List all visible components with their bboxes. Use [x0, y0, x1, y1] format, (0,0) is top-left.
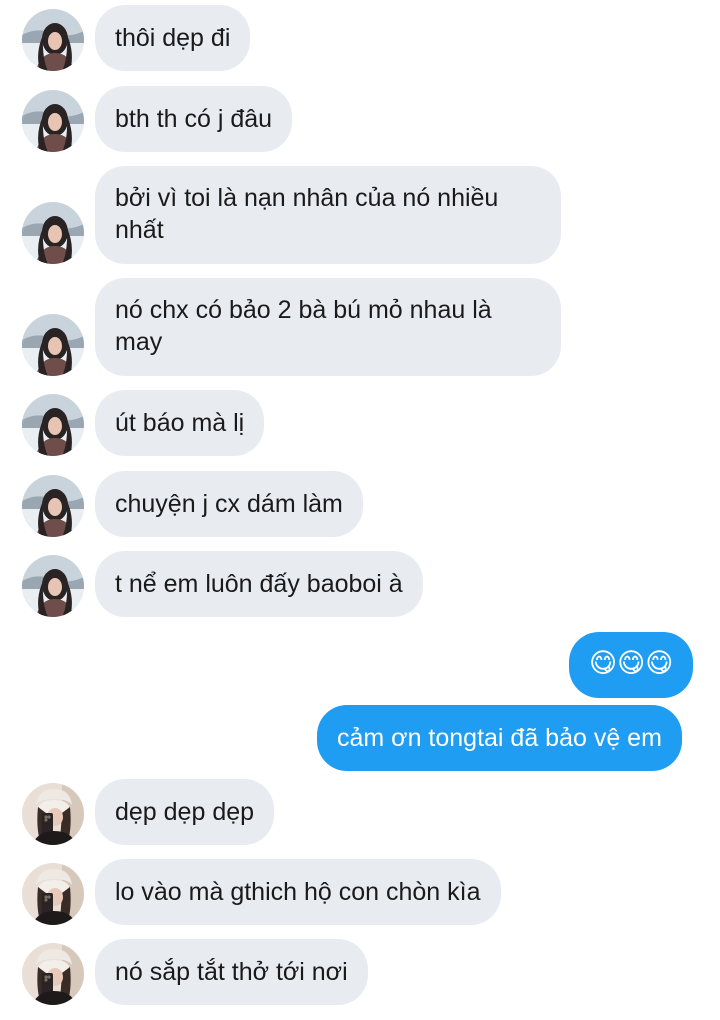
- incoming-message[interactable]: bth th có j đâu: [95, 86, 293, 152]
- contact-avatar[interactable]: [22, 9, 84, 71]
- chat-thread[interactable]: thôi dẹp đi bth th có j đâu bởi vì toi l…: [0, 0, 720, 1020]
- message-text: nó sắp tắt thở tới nơi: [115, 958, 348, 986]
- message-text: 😋😋😋: [589, 648, 674, 678]
- contact-avatar[interactable]: [22, 555, 84, 617]
- outgoing-message[interactable]: cảm ơn tongtai đã bảo vệ em: [317, 705, 682, 771]
- message-text: chuyện j cx dám làm: [115, 490, 343, 518]
- incoming-message[interactable]: bởi vì toi là nạn nhân của nó nhiều nhất: [95, 166, 561, 264]
- incoming-message[interactable]: nó sắp tắt thở tới nơi: [95, 939, 368, 1005]
- message-text: bth th có j đâu: [115, 105, 273, 133]
- contact-avatar[interactable]: [22, 314, 84, 376]
- contact-avatar[interactable]: [22, 475, 84, 537]
- contact-avatar[interactable]: [22, 394, 84, 456]
- message-text: dẹp dẹp dẹp: [115, 798, 255, 826]
- contact-avatar[interactable]: [22, 943, 84, 1005]
- contact-avatar[interactable]: [22, 202, 84, 264]
- incoming-message[interactable]: t nể em luôn đấy baoboi à: [95, 551, 423, 617]
- message-text: út báo mà lị: [115, 409, 245, 437]
- incoming-message[interactable]: út báo mà lị: [95, 390, 265, 456]
- contact-avatar[interactable]: [22, 90, 84, 152]
- contact-avatar[interactable]: [22, 783, 84, 845]
- message-text: cảm ơn tongtai đã bảo vệ em: [337, 724, 662, 752]
- message-text: lo vào mà gthich hộ con chòn kìa: [115, 878, 481, 906]
- incoming-message[interactable]: nó chx có bảo 2 bà bú mỏ nhau là may: [95, 278, 561, 376]
- incoming-message[interactable]: lo vào mà gthich hộ con chòn kìa: [95, 859, 501, 925]
- message-text: bởi vì toi là nạn nhân của nó nhiều nhất: [115, 184, 499, 244]
- incoming-message[interactable]: thôi dẹp đi: [95, 5, 251, 71]
- message-text: t nể em luôn đấy baoboi à: [115, 570, 403, 598]
- contact-avatar[interactable]: [22, 863, 84, 925]
- incoming-message[interactable]: chuyện j cx dám làm: [95, 471, 363, 537]
- message-text: nó chx có bảo 2 bà bú mỏ nhau là may: [115, 296, 492, 356]
- outgoing-message[interactable]: 😋😋😋: [569, 632, 694, 698]
- message-text: thôi dẹp đi: [115, 24, 231, 52]
- incoming-message[interactable]: dẹp dẹp dẹp: [95, 779, 275, 845]
